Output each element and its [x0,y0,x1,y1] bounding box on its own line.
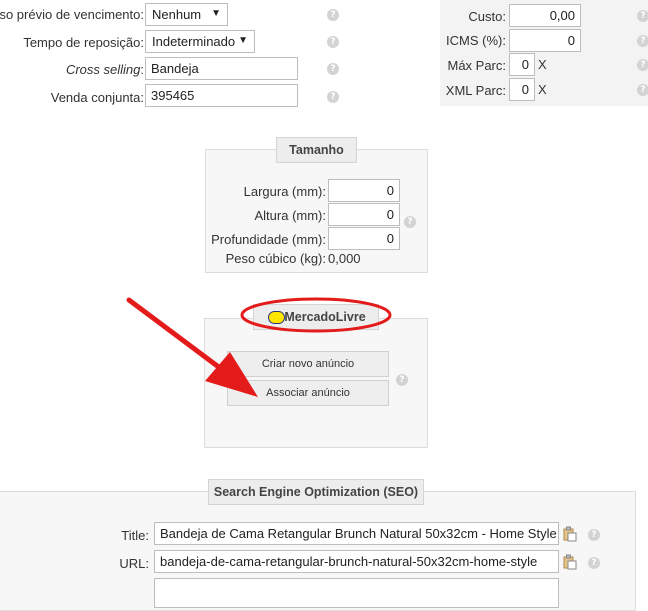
seo-title-label: Title: [121,528,149,543]
profundidade-label: Profundidade (mm): [211,232,326,247]
help-icon[interactable]: ? [588,557,600,569]
seo-legend: Search Engine Optimization (SEO) [208,479,424,505]
icms-input[interactable]: 0 [509,29,581,52]
seo-description-textarea[interactable] [154,578,559,608]
custo-label: Custo: [468,9,506,24]
reposicao-value: Indeterminado [152,34,236,49]
help-icon[interactable]: ? [404,216,416,228]
xml-parc-suffix: X [538,82,547,97]
seo-title-input[interactable]: Bandeja de Cama Retangular Brunch Natura… [154,522,559,545]
mercadolivre-legend: MercadoLivre [253,304,379,330]
altura-label: Altura (mm): [254,208,327,223]
cross-selling-label: Cross selling: [66,62,144,77]
help-icon[interactable]: ? [327,91,339,103]
max-parc-label: Máx Parc: [447,58,506,73]
aviso-label: iso prévio de vencimento: [0,7,144,22]
xml-parc-input[interactable]: 0 [509,78,535,101]
venda-conjunta-input[interactable]: 395465 [145,84,298,107]
help-icon[interactable]: ? [637,35,648,47]
icms-label: ICMS (%): [446,33,506,48]
seo-url-input[interactable]: bandeja-de-cama-retangular-brunch-natura… [154,550,559,573]
peso-cubico-label: Peso cúbico (kg): [225,251,326,266]
clipboard-icon[interactable] [563,526,577,542]
tamanho-legend: Tamanho [276,137,357,163]
associar-anuncio-button[interactable]: Associar anúncio [227,380,389,406]
help-icon[interactable]: ? [588,529,600,541]
help-icon[interactable]: ? [327,63,339,75]
aviso-select[interactable]: Nenhum ▼ [145,3,228,26]
cross-selling-label-text: Cross selling [65,62,141,77]
clipboard-icon[interactable] [563,554,577,570]
xml-parc-label: XML Parc: [445,83,506,98]
help-icon[interactable]: ? [637,84,648,96]
help-icon[interactable]: ? [327,36,339,48]
chevron-down-icon: ▼ [238,35,248,46]
criar-novo-anuncio-button[interactable]: Criar novo anúncio [227,351,389,377]
reposicao-label: Tempo de reposição: [23,35,144,50]
mercadolivre-logo-icon [268,311,285,324]
chevron-down-icon: ▼ [211,8,221,19]
peso-cubico-value: 0,000 [328,251,361,266]
altura-input[interactable]: 0 [328,203,400,226]
cross-selling-label-colon: : [140,62,144,77]
mercadolivre-legend-label: MercadoLivre [284,310,366,324]
reposicao-select[interactable]: Indeterminado ▼ [145,30,255,53]
help-icon[interactable]: ? [637,59,648,71]
largura-input[interactable]: 0 [328,179,400,202]
profundidade-input[interactable]: 0 [328,227,400,250]
venda-conjunta-label: Venda conjunta: [50,90,144,105]
help-icon[interactable]: ? [637,10,648,22]
aviso-value: Nenhum [152,7,202,22]
cross-selling-input[interactable]: Bandeja [145,57,298,80]
max-parc-input[interactable]: 0 [509,53,535,76]
help-icon[interactable]: ? [396,374,408,386]
help-icon[interactable]: ? [327,9,339,21]
max-parc-suffix: X [538,57,547,72]
custo-input[interactable]: 0,00 [509,4,581,27]
seo-url-label: URL: [119,556,149,571]
largura-label: Largura (mm): [243,184,326,199]
